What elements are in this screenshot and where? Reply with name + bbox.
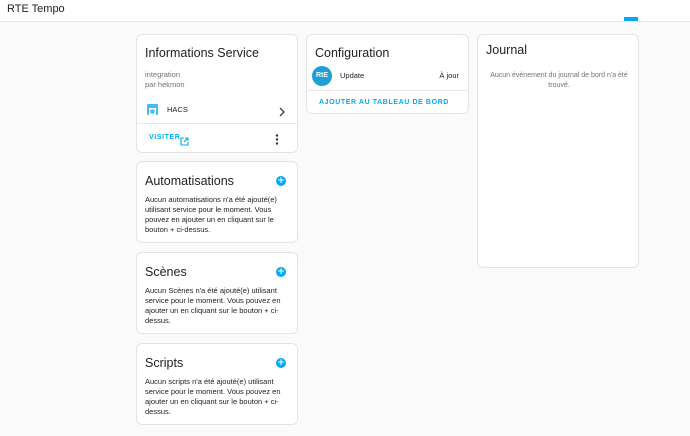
- automations-title: Automatisations: [145, 174, 234, 188]
- service-info-divider: [137, 123, 297, 124]
- service-info-title: Informations Service: [145, 46, 259, 60]
- hacs-row[interactable]: HACS: [137, 101, 297, 119]
- add-script-button[interactable]: +: [276, 358, 286, 368]
- app-title: RTE Tempo: [7, 3, 65, 15]
- hacs-icon: [147, 104, 158, 115]
- scenes-title: Scènes: [145, 265, 187, 279]
- automations-card: Automatisations + Aucun automatisations …: [136, 161, 298, 243]
- integration-author: par hekmon: [145, 80, 185, 89]
- visit-button[interactable]: VISITER: [149, 134, 180, 141]
- automations-empty-text: Aucun automatisations n'a été ajouté(e) …: [145, 195, 277, 234]
- config-entry-status: À jour: [439, 71, 459, 80]
- scripts-title: Scripts: [145, 356, 184, 370]
- scenes-card: Scènes + Aucun Scènes n'a été ajouté(e) …: [136, 252, 298, 334]
- add-to-dashboard-button[interactable]: AJOUTER AU TABLEAU DE BORD: [319, 99, 449, 106]
- integration-type: integration: [145, 70, 181, 79]
- journal-card: Journal Aucun événement du journal de bo…: [477, 34, 639, 268]
- scenes-empty-text: Aucun Scènes n'a été ajouté(e) utilisant…: [145, 286, 281, 325]
- add-scene-button[interactable]: +: [276, 267, 286, 277]
- open-in-new-icon[interactable]: [180, 133, 189, 151]
- accent-indicator: [624, 17, 638, 21]
- config-entry-label: Update: [340, 71, 365, 80]
- more-vertical-icon[interactable]: [275, 132, 279, 150]
- rte-logo-icon: RtE: [312, 66, 332, 86]
- journal-title: Journal: [486, 43, 527, 57]
- scripts-card: Scripts + Aucun scripts n'a été ajouté(e…: [136, 343, 298, 425]
- hacs-label: HACS: [167, 105, 188, 114]
- chevron-right-icon: [278, 104, 286, 122]
- configuration-card: Configuration RtE Update À jour AJOUTER …: [306, 34, 469, 114]
- add-automation-button[interactable]: +: [276, 176, 286, 186]
- scripts-empty-text: Aucun scripts n'a été ajouté(e) utilisan…: [145, 377, 281, 416]
- configuration-divider: [307, 90, 468, 91]
- journal-empty-text: Aucun événement du journal de bord n'a é…: [490, 72, 628, 89]
- configuration-title: Configuration: [315, 46, 390, 60]
- top-app-bar: RTE Tempo: [0, 0, 690, 22]
- service-info-card: Informations Service integration par hek…: [136, 34, 298, 153]
- config-entry-row[interactable]: RtE Update À jour: [307, 66, 468, 88]
